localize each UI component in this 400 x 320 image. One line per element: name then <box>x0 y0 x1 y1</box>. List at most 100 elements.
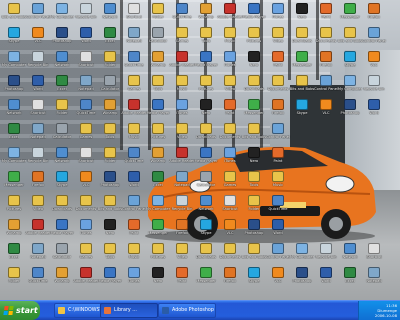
desktop-icon[interactable]: Video <box>266 26 290 48</box>
desktop-icon[interactable]: QuickTime <box>122 50 146 72</box>
desktop-icon[interactable]: Music <box>266 170 290 192</box>
desktop-icon[interactable]: Media Player <box>146 98 170 120</box>
desktop-icon[interactable]: My Computer <box>338 74 362 96</box>
desktop-icon[interactable]: Tools <box>146 74 170 96</box>
desktop-icon[interactable]: Video <box>170 122 194 144</box>
desktop-icon[interactable]: Shortcut <box>74 50 98 72</box>
desktop-icon[interactable]: VLC <box>266 266 290 288</box>
desktop-icon[interactable]: VLC <box>74 170 98 192</box>
desktop-icon[interactable]: VLC <box>362 50 386 72</box>
desktop-icon[interactable]: Recycle Bin <box>74 2 98 24</box>
desktop-icon[interactable]: Music <box>122 242 146 264</box>
desktop-icon[interactable]: Games <box>218 170 242 192</box>
desktop-icon[interactable]: Notepad <box>362 266 386 288</box>
desktop-icon[interactable]: Media Player <box>194 146 218 168</box>
desktop-icon[interactable]: iTunes <box>218 146 242 168</box>
desktop-icon[interactable]: Downloads <box>194 242 218 264</box>
desktop-icon[interactable]: Nero <box>290 2 314 24</box>
desktop-icon[interactable]: Folder <box>2 266 26 288</box>
desktop-icon[interactable]: Shortcut <box>122 2 146 24</box>
desktop-icon[interactable]: Calculator <box>50 122 74 144</box>
desktop-icon[interactable]: Nero <box>98 218 122 240</box>
desktop-icon[interactable]: Music <box>218 26 242 48</box>
desktop-icon[interactable]: Skype <box>242 266 266 288</box>
desktop-icon[interactable]: Network <box>50 50 74 72</box>
start-button[interactable]: start <box>0 301 40 320</box>
desktop-icon[interactable]: Messenger <box>146 218 170 240</box>
desktop-icon[interactable]: Nero <box>242 50 266 72</box>
desktop-icon[interactable]: Skype <box>338 50 362 72</box>
desktop-icon[interactable]: Recycle Bin <box>26 50 50 72</box>
desktop-icon[interactable]: Network <box>194 194 218 216</box>
desktop-icon[interactable]: Paint <box>122 218 146 240</box>
desktop-icon[interactable]: Documents <box>74 194 98 216</box>
desktop-icon[interactable]: iTunes <box>218 50 242 72</box>
desktop-icon[interactable]: Documents <box>314 26 338 48</box>
desktop-icon[interactable]: My Computer <box>2 50 26 72</box>
desktop-icon[interactable]: My Computer <box>2 146 26 168</box>
desktop-icon[interactable]: Winamp <box>146 50 170 72</box>
desktop-icon[interactable]: Notepad <box>74 74 98 96</box>
taskbar-button-library[interactable]: Library ... <box>100 303 158 318</box>
desktop-icon[interactable]: Photoshop <box>98 170 122 192</box>
desktop-icon[interactable]: Adobe Reader <box>73 266 99 288</box>
desktop-icon[interactable]: Winamp <box>194 2 218 24</box>
desktop-icon[interactable]: Firefox <box>170 218 194 240</box>
desktop-icon[interactable]: Control Panel <box>266 122 290 144</box>
desktop-icon[interactable]: My Computer <box>146 194 170 216</box>
desktop-icon[interactable]: Notepad <box>26 122 50 144</box>
desktop-icon[interactable]: Folder <box>50 98 74 120</box>
desktop-icon[interactable]: QuickTime <box>74 98 98 120</box>
desktop-icon[interactable]: QuickTime <box>122 146 146 168</box>
desktop-icon[interactable]: Bits and Bobs <box>338 26 362 48</box>
desktop-icon[interactable]: Messenger <box>290 50 314 72</box>
desktop-icon[interactable]: Word <box>362 98 386 120</box>
desktop-icon[interactable]: Music <box>170 74 194 96</box>
desktop-icon[interactable]: Pictures <box>146 242 170 264</box>
desktop-icon[interactable]: Firefox <box>218 266 242 288</box>
desktop-icon[interactable]: Network <box>98 2 122 24</box>
desktop-icon[interactable]: Paint <box>314 2 338 24</box>
desktop-icon[interactable]: Paint <box>266 146 290 168</box>
desktop-icon[interactable]: Nero <box>146 266 170 288</box>
desktop-icon[interactable]: Bits and Bobs <box>290 74 314 96</box>
desktop-icon[interactable]: Documents <box>266 74 290 96</box>
desktop-icon[interactable]: Shortcut <box>26 98 50 120</box>
desktop-icon[interactable]: Pictures <box>146 122 170 144</box>
desktop-icon[interactable]: iTunes <box>266 2 290 24</box>
desktop-icon[interactable]: Folder <box>146 2 170 24</box>
desktop-icon[interactable]: Winamp <box>50 266 74 288</box>
desktop-icon[interactable]: Games <box>74 242 98 264</box>
desktop-icon[interactable]: Recycle Bin <box>26 146 50 168</box>
desktop-icon[interactable]: Folder <box>242 194 266 216</box>
desktop-icon[interactable]: Firefox <box>26 170 50 192</box>
desktop-icon[interactable]: Control Panel <box>314 74 338 96</box>
desktop-icon[interactable]: Documents <box>218 242 242 264</box>
desktop-icon[interactable]: Notepad <box>170 170 194 192</box>
desktop-icon[interactable]: Video <box>218 74 242 96</box>
desktop-icon[interactable]: Recycle Bin <box>170 194 194 216</box>
desktop-icon[interactable]: Downloads <box>50 194 74 216</box>
desktop-icon[interactable]: Folder <box>98 50 122 72</box>
desktop-icon[interactable]: Word <box>26 74 50 96</box>
desktop-icon[interactable]: Winamp <box>98 98 122 120</box>
desktop-icon[interactable]: Shortcut <box>74 146 98 168</box>
desktop-icon[interactable]: Firefox <box>362 2 386 24</box>
desktop-icon[interactable]: Network <box>2 98 26 120</box>
desktop-icon[interactable]: Word <box>74 26 98 48</box>
desktop-icon[interactable]: Firefox <box>314 50 338 72</box>
desktop-icon[interactable]: Excel <box>50 74 74 96</box>
desktop-icon[interactable]: Nero <box>242 146 266 168</box>
desktop-icon[interactable]: Shortcut <box>218 194 242 216</box>
desktop-icon[interactable]: Media Player <box>50 218 74 240</box>
desktop-icon[interactable]: Documents <box>218 122 242 144</box>
desktop-icon[interactable]: iTunes <box>74 218 98 240</box>
desktop-icon[interactable]: Photoshop <box>242 218 266 240</box>
desktop-icon[interactable]: Pictures <box>2 194 26 216</box>
desktop-icon[interactable]: Pictures <box>194 74 218 96</box>
desktop-icon[interactable]: Shortcut <box>362 242 386 264</box>
desktop-icon[interactable]: Control Panel <box>26 2 50 24</box>
desktop-icon[interactable]: Bits and Bobs <box>242 242 266 264</box>
desktop-icon[interactable]: Paint <box>218 98 242 120</box>
desktop-icon[interactable]: Calculator <box>146 26 170 48</box>
